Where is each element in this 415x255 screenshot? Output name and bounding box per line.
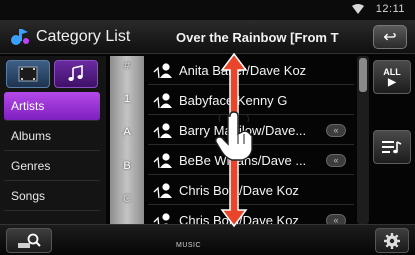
- music-note-icon: [68, 65, 83, 81]
- category-albums[interactable]: Albums: [4, 122, 100, 151]
- status-bar: 12:11: [0, 0, 415, 20]
- video-icon: [18, 66, 38, 82]
- artist-icon: [153, 93, 172, 109]
- search-button[interactable]: [6, 228, 52, 253]
- artist-list[interactable]: Anita Baker/Dave Koz Babyface/Kenny G Ba…: [148, 56, 354, 232]
- category-list-screen: 12:11 Category List Over the Rainbow [Fr…: [0, 0, 415, 255]
- play-all-button[interactable]: ALL ▶: [373, 60, 411, 94]
- return-arrow-icon: ↩: [383, 29, 397, 46]
- playlist-icon: [382, 141, 402, 154]
- index-c[interactable]: C: [110, 193, 144, 205]
- category-panel: Artists Albums Genres Songs: [0, 56, 106, 224]
- list-item[interactable]: Chris Botti/Dave Koz: [148, 176, 354, 205]
- list-item-label: BeBe Winans/Dave ...: [179, 153, 307, 168]
- list-item[interactable]: Barry Manilow/Dave... «: [148, 116, 354, 145]
- page-title: Category List: [36, 28, 131, 45]
- alphabet-index[interactable]: # 1 A B C: [110, 56, 144, 224]
- gear-icon: [384, 232, 400, 249]
- artist-icon: [153, 123, 172, 139]
- wifi-icon: [352, 4, 364, 14]
- now-playing-title: Over the Rainbow [From T: [176, 30, 339, 45]
- list-item-label: Babyface/Kenny G: [179, 93, 288, 108]
- clock: 12:11: [375, 3, 405, 15]
- category-songs[interactable]: Songs: [4, 182, 100, 211]
- scroll-text-icon[interactable]: «: [326, 124, 346, 137]
- list-item-label: Chris Botti/Dave Koz: [179, 183, 299, 198]
- settings-button[interactable]: [375, 228, 409, 253]
- index-1[interactable]: 1: [110, 93, 144, 105]
- bottom-bar: MUSIC: [0, 224, 415, 255]
- index-hash[interactable]: #: [110, 60, 144, 72]
- back-button[interactable]: ↩: [373, 25, 407, 49]
- list-item-label: Barry Manilow/Dave...: [179, 123, 307, 138]
- artist-icon: [153, 153, 172, 169]
- category-artists[interactable]: Artists: [4, 92, 100, 121]
- artist-icon: [153, 63, 172, 79]
- list-item[interactable]: Anita Baker/Dave Koz: [148, 56, 354, 85]
- playlist-button[interactable]: [373, 130, 411, 164]
- header-bar: Category List Over the Rainbow [From T ↩: [0, 20, 415, 54]
- scroll-text-icon[interactable]: «: [326, 154, 346, 167]
- music-app-icon: [11, 29, 29, 45]
- list-item[interactable]: Babyface/Kenny G: [148, 86, 354, 115]
- tab-video[interactable]: [6, 60, 50, 88]
- tab-music[interactable]: [54, 60, 98, 88]
- play-all-label: ALL: [383, 66, 401, 77]
- list-item[interactable]: BeBe Winans/Dave ... «: [148, 146, 354, 175]
- list-item-label: Anita Baker/Dave Koz: [179, 63, 307, 78]
- source-label: MUSIC: [176, 242, 202, 249]
- category-genres[interactable]: Genres: [4, 152, 100, 181]
- artist-icon: [153, 183, 172, 199]
- index-a[interactable]: A: [110, 126, 144, 138]
- scroll-thumb[interactable]: [359, 58, 367, 92]
- search-list-icon: [18, 233, 41, 248]
- index-b[interactable]: B: [110, 160, 144, 172]
- list-scrollbar[interactable]: [357, 56, 369, 224]
- play-icon: ▶: [388, 76, 396, 88]
